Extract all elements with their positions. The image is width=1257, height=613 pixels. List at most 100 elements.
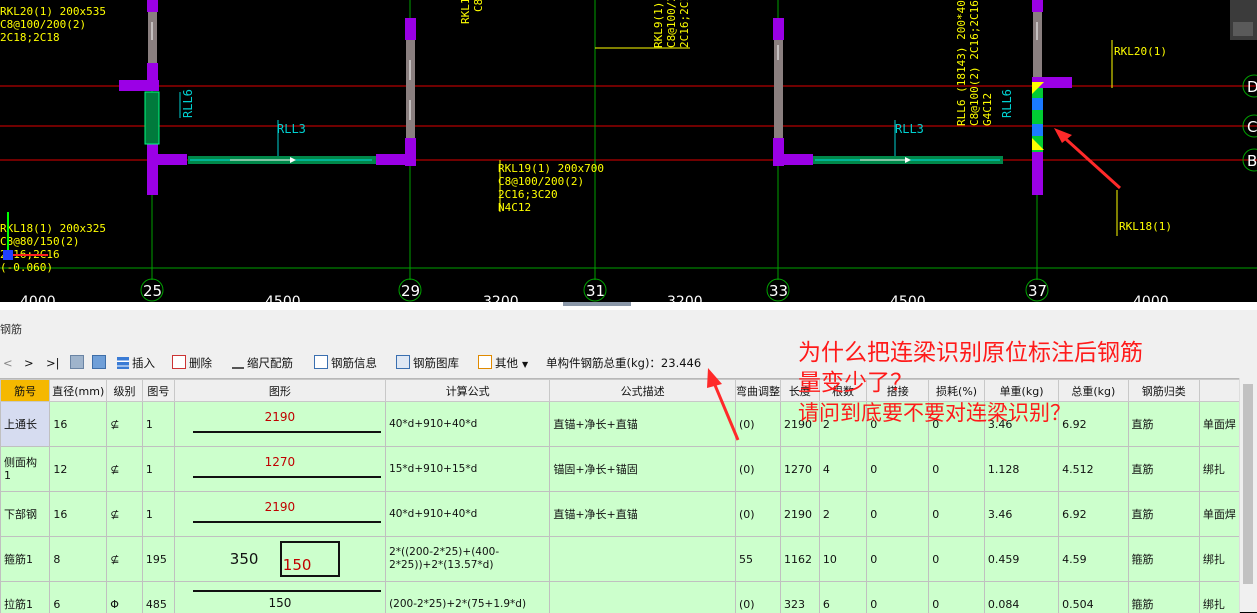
column-header[interactable]: 计算公式 (386, 380, 550, 402)
cell-length[interactable]: 1270 (780, 447, 819, 492)
cell-lap[interactable]: 0 (867, 447, 929, 492)
column-header[interactable]: 直径(mm) (50, 380, 107, 402)
scale-rebar-button[interactable]: 缩尺配筋 (232, 352, 293, 374)
cell-desc[interactable] (550, 537, 736, 582)
shape-dim-b: 150 (283, 556, 312, 574)
rebar-shape-cell[interactable]: 150 (174, 582, 385, 613)
cell-loss[interactable]: 0 (929, 447, 985, 492)
move-up-button[interactable] (70, 352, 87, 374)
cell-lap[interactable]: 0 (867, 537, 929, 582)
move-down-button[interactable] (92, 352, 109, 374)
table-body: 上通长16⊈1219040*d+910+40*d直锚+净长+直锚(0)21902… (1, 402, 1240, 613)
cell-loss[interactable]: 0 (929, 492, 985, 537)
cell-desc[interactable] (550, 582, 736, 613)
column-header[interactable]: 筋号 (1, 380, 50, 402)
cell-unit-wt[interactable]: 0.459 (984, 537, 1058, 582)
rebar-shape-cell[interactable]: 2190 (174, 402, 385, 447)
cell-formula[interactable]: 15*d+910+15*d (386, 447, 550, 492)
cell-bend[interactable]: (0) (735, 447, 780, 492)
cell-fig[interactable]: 1 (142, 447, 174, 492)
cell-count[interactable]: 2 (819, 492, 866, 537)
cell-count[interactable]: 6 (819, 582, 866, 613)
cell-formula[interactable]: 40*d+910+40*d (386, 492, 550, 537)
cell-bend[interactable]: (0) (735, 492, 780, 537)
rebar-info-button[interactable]: 钢筋信息 (314, 352, 377, 374)
cell-formula[interactable]: (200-2*25)+2*(75+1.9*d) (386, 582, 550, 613)
cell-loss[interactable]: 0 (929, 582, 985, 613)
column-header[interactable]: 图号 (142, 380, 174, 402)
cell-desc[interactable]: 直锚+净长+直锚 (550, 402, 736, 447)
splitter-grip[interactable] (563, 302, 631, 306)
cell-name[interactable]: 箍筋1 (1, 537, 50, 582)
last-button[interactable]: >| (46, 352, 60, 374)
cell-name[interactable]: 下部钢 (1, 492, 50, 537)
cell-extra[interactable]: 绑扎 (1199, 582, 1239, 613)
cell-extra[interactable]: 绑扎 (1199, 537, 1239, 582)
cell-category[interactable]: 直筋 (1128, 492, 1199, 537)
cell-bend[interactable]: 55 (735, 537, 780, 582)
cell-name[interactable]: 拉筋1 (1, 582, 50, 613)
other-menu-button[interactable]: 其他▼ (478, 352, 528, 374)
table-row[interactable]: 侧面构 112⊈1127015*d+910+15*d锚固+净长+锚固(0)127… (1, 447, 1240, 492)
cell-bend[interactable]: (0) (735, 582, 780, 613)
cell-name[interactable]: 侧面构 1 (1, 447, 50, 492)
delete-button[interactable]: 删除 (172, 352, 212, 374)
cell-desc[interactable]: 直锚+净长+直锚 (550, 492, 736, 537)
cell-total-wt[interactable]: 4.59 (1059, 537, 1128, 582)
cell-total-wt[interactable]: 4.512 (1059, 447, 1128, 492)
cell-fig[interactable]: 485 (142, 582, 174, 613)
rebar-shape-cell[interactable]: 2190 (174, 492, 385, 537)
cell-name[interactable]: 上通长 (1, 402, 50, 447)
cell-diameter[interactable]: 16 (50, 492, 107, 537)
cell-category[interactable]: 直筋 (1128, 447, 1199, 492)
cell-fig[interactable]: 1 (142, 492, 174, 537)
insert-button[interactable]: 插入 (117, 352, 155, 374)
table-row[interactable]: 拉筋16Φ485150(200-2*25)+2*(75+1.9*d)(0)323… (1, 582, 1240, 613)
column-header[interactable]: 图形 (174, 380, 385, 402)
rebar-library-button[interactable]: 钢筋图库 (396, 352, 459, 374)
column-header[interactable]: 弯曲调整 (735, 380, 780, 402)
cell-diameter[interactable]: 12 (50, 447, 107, 492)
cell-unit-wt[interactable]: 0.084 (984, 582, 1058, 613)
cell-category[interactable]: 箍筋 (1128, 537, 1199, 582)
cell-loss[interactable]: 0 (929, 537, 985, 582)
cell-bend[interactable]: (0) (735, 402, 780, 447)
column-header[interactable]: 级别 (107, 380, 143, 402)
cell-unit-wt[interactable]: 1.128 (984, 447, 1058, 492)
cell-diameter[interactable]: 6 (50, 582, 107, 613)
cell-length[interactable]: 1162 (780, 537, 819, 582)
cell-formula[interactable]: 40*d+910+40*d (386, 402, 550, 447)
table-row[interactable]: 下部钢16⊈1219040*d+910+40*d直锚+净长+直锚(0)21902… (1, 492, 1240, 537)
cell-extra[interactable]: 单面焊 (1199, 492, 1239, 537)
cell-lap[interactable]: 0 (867, 582, 929, 613)
table-row[interactable]: 箍筋18⊈1953501502*((200-2*25)+(400-2*25))+… (1, 537, 1240, 582)
cell-count[interactable]: 10 (819, 537, 866, 582)
rebar-shape-cell[interactable]: 350150 (174, 537, 385, 582)
cell-grade[interactable]: ⊈ (107, 492, 143, 537)
cell-desc[interactable]: 锚固+净长+锚固 (550, 447, 736, 492)
column-header[interactable]: 公式描述 (550, 380, 736, 402)
cell-total-wt[interactable]: 0.504 (1059, 582, 1128, 613)
cell-unit-wt[interactable]: 3.46 (984, 492, 1058, 537)
cell-grade[interactable]: Φ (107, 582, 143, 613)
cell-fig[interactable]: 195 (142, 537, 174, 582)
cell-grade[interactable]: ⊈ (107, 402, 143, 447)
cell-fig[interactable]: 1 (142, 402, 174, 447)
cell-formula[interactable]: 2*((200-2*25)+(400-2*25))+2*(13.57*d) (386, 537, 550, 582)
cell-grade[interactable]: ⊈ (107, 447, 143, 492)
rebar-shape-cell[interactable]: 1270 (174, 447, 385, 492)
cell-length[interactable]: 2190 (780, 492, 819, 537)
cell-total-wt[interactable]: 6.92 (1059, 492, 1128, 537)
other-icon (478, 355, 492, 369)
cell-length[interactable]: 323 (780, 582, 819, 613)
cell-grade[interactable]: ⊈ (107, 537, 143, 582)
cell-diameter[interactable]: 16 (50, 402, 107, 447)
cad-drawing-canvas[interactable]: 25 29 31 33 37 D C B 4000 4500 3200 3200… (0, 0, 1257, 303)
prev-button[interactable]: < (3, 352, 13, 374)
cell-category[interactable]: 箍筋 (1128, 582, 1199, 613)
cell-extra[interactable]: 绑扎 (1199, 447, 1239, 492)
cell-lap[interactable]: 0 (867, 492, 929, 537)
cell-count[interactable]: 4 (819, 447, 866, 492)
cell-diameter[interactable]: 8 (50, 537, 107, 582)
next-button[interactable]: > (24, 352, 34, 374)
